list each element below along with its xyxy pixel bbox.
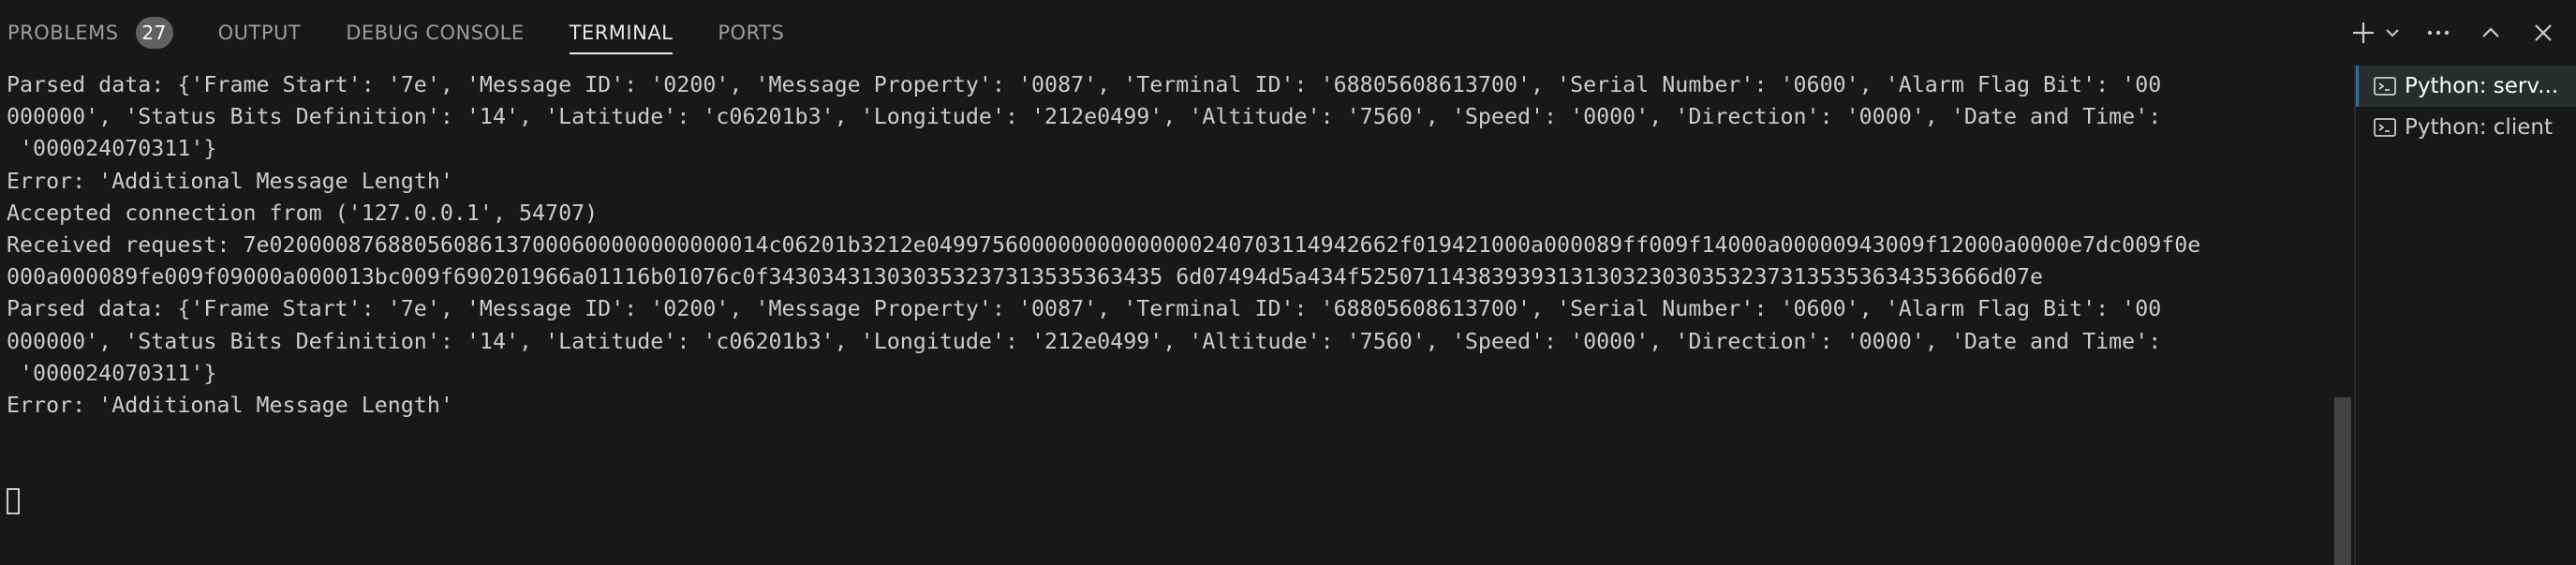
tab-terminal[interactable]: TERMINAL (562, 0, 681, 66)
terminal-sessions-list: Python: serv... Python: client (2356, 66, 2576, 565)
tab-output-label: OUTPUT (217, 22, 302, 44)
terminal-line: '000024070311'} (7, 360, 217, 386)
close-panel-button[interactable] (2527, 17, 2559, 49)
terminal-line: Parsed data: {'Frame Start': '7e', 'Mess… (7, 296, 2162, 322)
tab-ports[interactable]: PORTS (710, 0, 792, 66)
terminal-line: 000000', 'Status Bits Definition': '14',… (7, 328, 2162, 354)
terminal-output[interactable]: Parsed data: {'Frame Start': '7e', 'Mess… (0, 67, 2332, 565)
close-icon (2535, 24, 2552, 41)
chevron-up-icon (2482, 27, 2499, 37)
terminal-line: 000a000089fe009f09000a000013bc009f690201… (7, 264, 2044, 290)
more-actions-button[interactable] (2422, 17, 2454, 49)
tab-debug-console[interactable]: DEBUG CONSOLE (338, 0, 531, 66)
tab-problems-label: PROBLEMS (7, 22, 119, 44)
session-label: Python: serv... (2405, 74, 2559, 98)
session-label: Python: client (2405, 115, 2553, 140)
plus-icon (2353, 22, 2374, 43)
tab-debug-console-label: DEBUG CONSOLE (346, 22, 525, 44)
session-python-server[interactable]: Python: serv... (2356, 66, 2576, 107)
terminal-icon (2374, 77, 2396, 96)
terminal-line: Accepted connection from ('127.0.0.1', 5… (7, 200, 599, 226)
tab-problems[interactable]: PROBLEMS 27 (0, 0, 181, 66)
terminal-scrollbar-thumb[interactable] (2334, 397, 2351, 565)
tab-output[interactable]: OUTPUT (211, 0, 309, 66)
maximize-panel-button[interactable] (2475, 17, 2507, 49)
session-python-client[interactable]: Python: client (2356, 107, 2576, 148)
terminal-cursor (7, 488, 20, 515)
terminal-line: Error: 'Additional Message Length' (7, 392, 453, 418)
terminal-profiles-dropdown[interactable] (2383, 17, 2402, 49)
terminal-icon (2374, 118, 2396, 137)
terminal-prompt-line (7, 422, 2330, 515)
panel-actions (2349, 0, 2559, 66)
terminal-line: Received request: 7e02000087688056086137… (7, 231, 2201, 258)
ellipsis-icon (2427, 30, 2450, 36)
terminal-lines: Parsed data: {'Frame Start': '7e', 'Mess… (7, 69, 2330, 515)
terminal-line: Parsed data: {'Frame Start': '7e', 'Mess… (7, 72, 2162, 97)
panel-tab-bar: PROBLEMS 27 OUTPUT DEBUG CONSOLE TERMINA… (0, 0, 2576, 66)
terminal-line: 000000', 'Status Bits Definition': '14',… (7, 104, 2162, 130)
chevron-down-icon (2386, 29, 2399, 37)
tab-terminal-label: TERMINAL (569, 22, 674, 44)
new-terminal-button[interactable] (2349, 17, 2377, 49)
terminal-panel: PROBLEMS 27 OUTPUT DEBUG CONSOLE TERMINA… (0, 0, 2576, 565)
tab-ports-label: PORTS (718, 22, 785, 44)
terminal-line: Error: 'Additional Message Length' (7, 168, 453, 194)
terminal-line: '000024070311'} (7, 136, 217, 162)
problems-count-badge: 27 (135, 17, 173, 49)
